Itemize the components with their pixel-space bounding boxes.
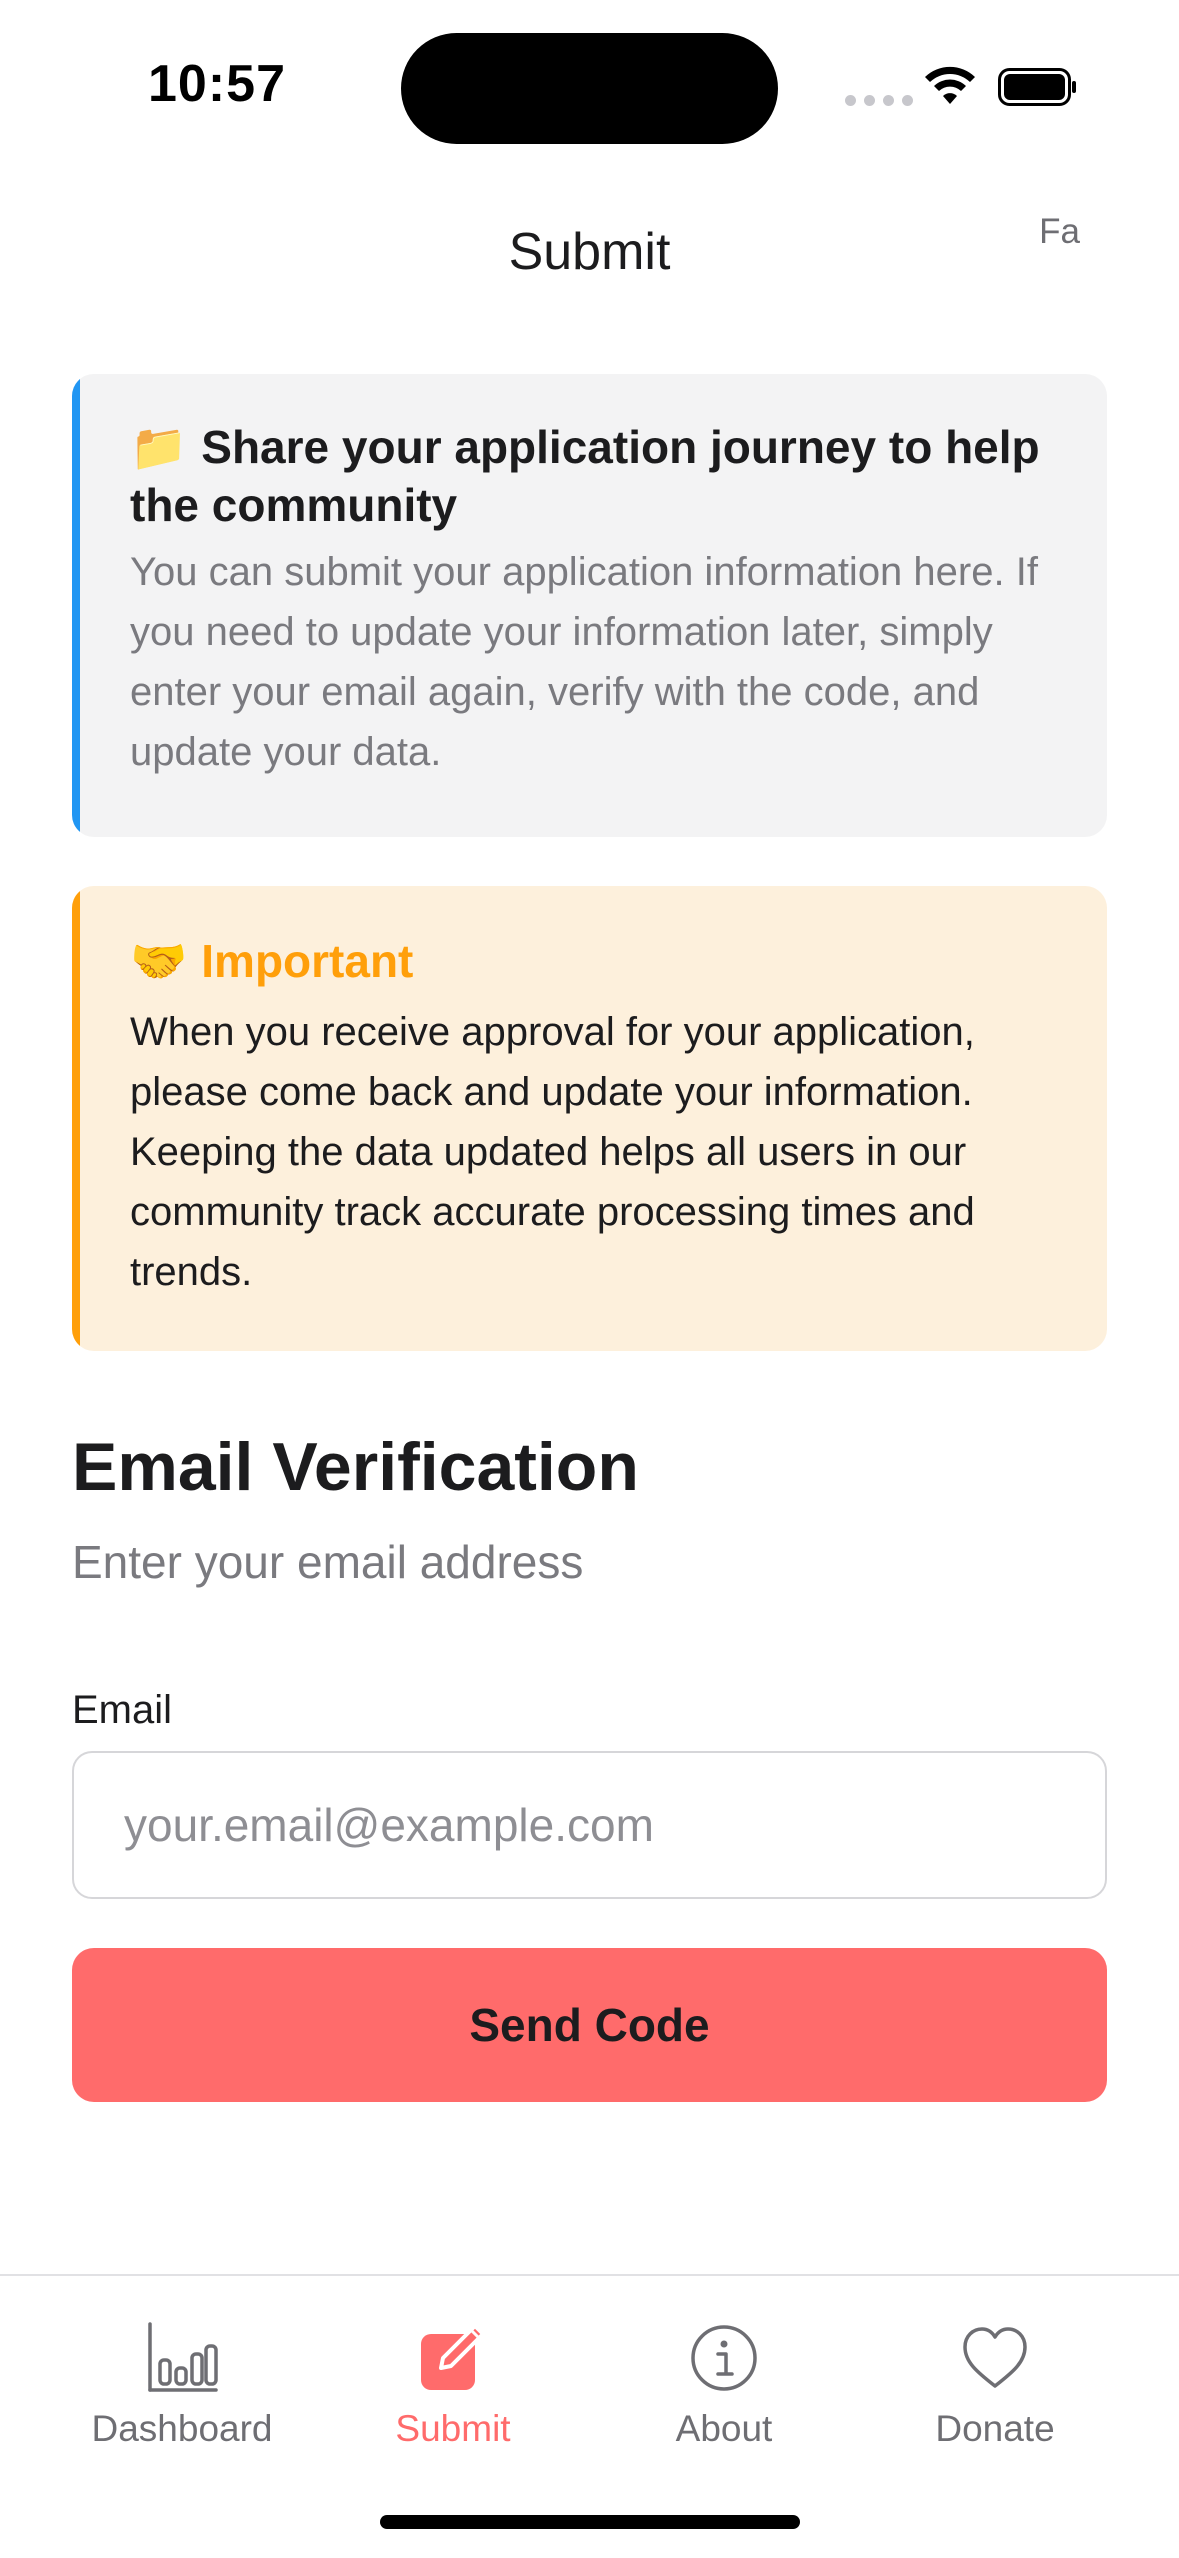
bar-chart-icon [148,2322,218,2392]
email-field[interactable] [72,1751,1107,1899]
tab-dashboard[interactable]: Dashboard [47,2320,317,2470]
email-verification-subtitle: Enter your email address [72,1536,584,1588]
folder-icon: 📁 [130,421,188,473]
tab-donate-label: Donate [935,2408,1055,2449]
status-bar: 10:57 [0,0,1179,170]
important-card-title: Important [201,935,414,987]
info-card-body: You can submit your application informat… [130,550,1038,774]
heart-icon [963,2327,1027,2388]
tab-submit-label: Submit [395,2408,511,2449]
tab-about[interactable]: About [589,2320,859,2470]
important-card-body: When you receive approval for your appli… [130,1010,975,1294]
email-verification-title: Email Verification [72,1429,639,1505]
battery-icon [998,68,1076,106]
home-indicator [380,2515,800,2529]
language-toggle-button[interactable]: Fa [1039,212,1080,252]
tab-donate[interactable]: Donate [860,2320,1130,2470]
important-card-title-row: 🤝 Important [130,932,1047,990]
info-icon [691,2325,757,2391]
tab-submit[interactable]: Submit [318,2320,588,2470]
tab-dashboard-label: Dashboard [91,2408,273,2449]
page-title: Submit [508,223,671,281]
cellular-signal-icon [845,95,913,106]
dynamic-island [401,33,778,144]
important-card: 🤝 Important When you receive approval for… [72,886,1107,1351]
info-card-title-row: 📁 Share your application journey to help … [130,418,1047,534]
info-card: 📁 Share your application journey to help … [72,374,1107,837]
send-code-button[interactable]: Send Code [72,1948,1107,2102]
edit-icon [421,2324,485,2390]
handshake-icon: 🤝 [130,935,188,987]
wifi-icon [925,66,975,104]
tab-about-label: About [675,2408,773,2449]
status-time: 10:57 [148,55,286,113]
info-card-title: Share your application journey to help t… [130,421,1040,531]
email-field-label: Email [72,1688,173,1732]
